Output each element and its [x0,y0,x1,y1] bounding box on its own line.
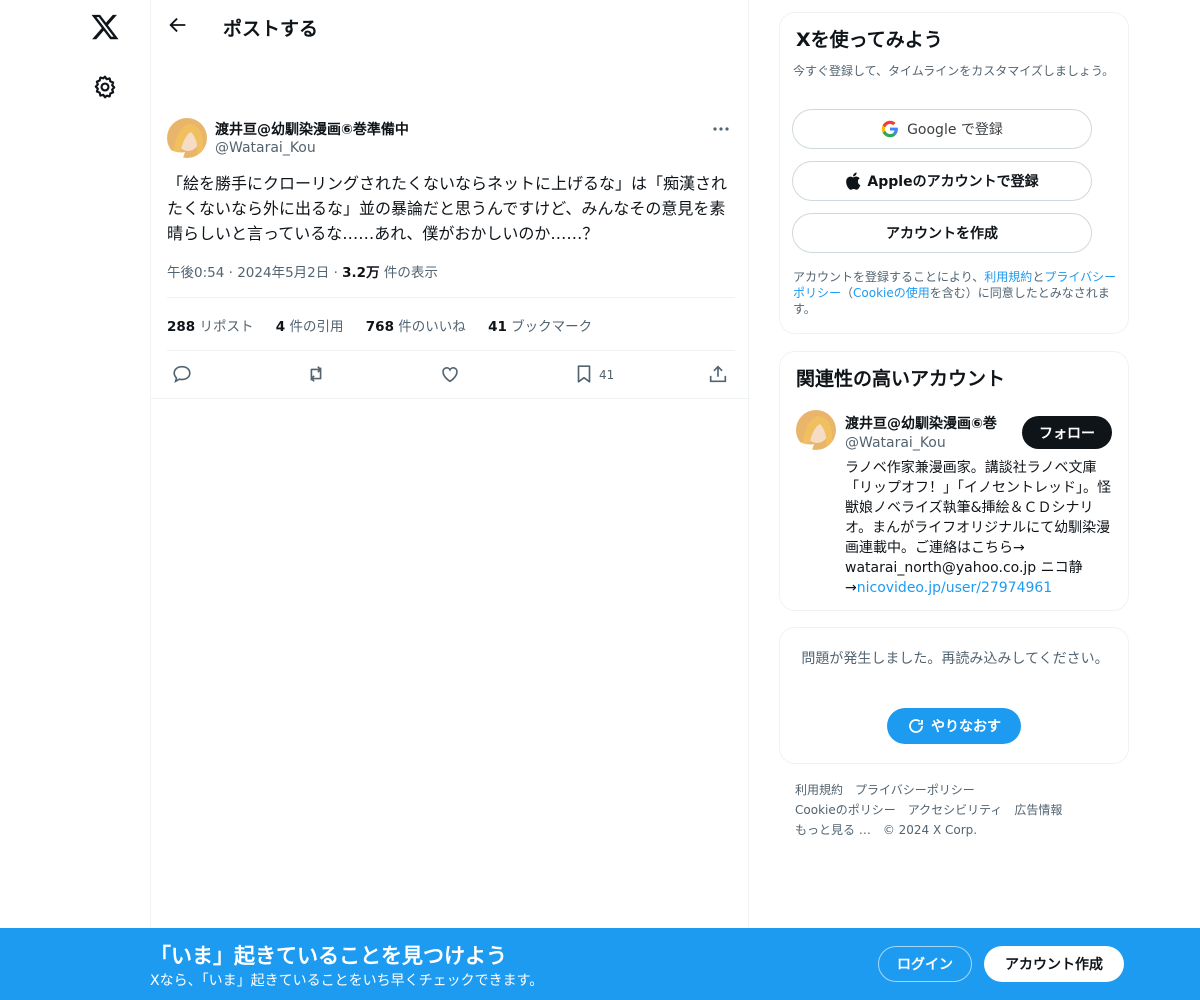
post-actions: 41 [151,361,750,389]
bookmarks-label: ブックマーク [511,319,593,335]
divider [167,350,735,351]
gear-icon[interactable] [92,74,118,100]
bookmarks-stat[interactable]: 41 ブックマーク [488,315,592,335]
avatar[interactable] [167,118,207,158]
apple-signup-label: Appleのアカウントで登録 [867,174,1039,190]
post-time[interactable]: 午後0:54 [167,265,224,281]
google-signup-label: Google で登録 [907,122,1003,138]
likes-label: 件のいいね [398,319,466,335]
related-accounts-card: 関連性の高いアカウント 渡井亘@幼馴染漫画⑥巻 @Watarai_Kou フォロ… [779,351,1129,611]
avatar[interactable] [796,410,836,450]
post-text: 「絵を勝手にクローリングされたくないならネットに上げるな」は「痴漢されたくないな… [167,174,728,243]
error-message: 問題が発生しました。再読み込みしてください。 [801,651,1109,667]
error-card: 問題が発生しました。再読み込みしてください。 やりなおす [779,627,1129,764]
footer-terms-link[interactable]: 利用規約 [795,783,843,797]
quotes-label: 件の引用 [289,319,344,335]
login-button[interactable]: ログイン [878,946,972,982]
post-date[interactable]: 2024年5月2日 [237,265,329,281]
google-signup-button[interactable]: Google で登録 [792,109,1092,149]
footer-links: 利用規約 プライバシーポリシー Cookieのポリシー アクセシビリティ 広告情報 も… [795,780,1115,840]
author-name[interactable]: 渡井亘@幼馴染漫画⑥巻準備中 [215,119,409,139]
repost-icon[interactable] [305,363,327,385]
create-account-button[interactable]: アカウントを作成 [792,213,1092,253]
footer-accessibility-link[interactable]: アクセシビリティ [908,803,1003,817]
quotes-stat[interactable]: 4 件の引用 [276,315,344,335]
terms-paren: （ [841,286,854,300]
retry-label: やりなおす [931,719,1001,735]
terms-link[interactable]: 利用規約 [984,270,1032,284]
divider [167,297,735,298]
related-account-name[interactable]: 渡井亘@幼馴染漫画⑥巻 [845,413,997,433]
reposts-label: リポスト [199,319,254,335]
follow-button[interactable]: フォロー [1022,416,1112,449]
signup-card: Xを使ってみよう 今すぐ登録して、タイムラインをカスタマイズしましょう。 Goo… [779,12,1129,334]
share-icon[interactable] [707,363,729,385]
main-column: ポストする 渡井亘@幼馴染漫画⑥巻準備中 @Watarai_Kou 「絵を勝手に… [150,0,750,1000]
page-title: ポストする [223,18,319,40]
reply-icon[interactable] [171,363,193,385]
meta-separator: · [333,265,343,281]
terms-prefix: アカウントを登録することにより、 [793,270,985,284]
terms-and: と [1032,270,1045,284]
bio-link[interactable]: nicovideo.jp/user/27974961 [857,580,1052,596]
meta-separator: · [228,265,238,281]
bookmark-icon[interactable] [573,363,595,385]
likes-count: 768 [365,319,394,335]
quotes-count: 4 [275,319,286,335]
likes-stat[interactable]: 768 件のいいね [366,315,466,335]
post-stats: 288 リポスト 4 件の引用 768 件のいいね 41 ブックマーク [167,315,610,335]
related-account-bio: ラノベ作家兼漫画家。講談社ラノベ文庫「リップオフ！」「イノセントレッド」。怪獣娘… [845,458,1115,598]
create-account-label: アカウントを作成 [886,226,998,242]
signup-title: Xを使ってみよう [796,29,943,51]
footer-ads-link[interactable]: 広告情報 [1014,803,1062,817]
related-title: 関連性の高いアカウント [796,368,1006,390]
like-icon[interactable] [439,363,461,385]
refresh-icon [909,719,923,733]
signup-subtitle: 今すぐ登録して、タイムラインをカスタマイズしましょう。 [793,64,1115,78]
back-arrow-icon[interactable] [167,14,189,36]
post-meta: 午後0:54 · 2024年5月2日 · 3.2万 件の表示 [167,261,438,281]
apple-signup-button[interactable]: Appleのアカウントで登録 [792,161,1092,201]
bio-text: ラノベ作家兼漫画家。講談社ラノベ文庫「リップオフ！」「イノセントレッド」。怪獣娘… [845,460,1111,596]
divider [151,398,750,399]
retry-button[interactable]: やりなおす [887,708,1021,744]
views-label: 件の表示 [383,265,438,281]
reposts-stat[interactable]: 288 リポスト [167,315,253,335]
apple-icon [846,172,861,190]
copyright: © 2024 X Corp. [882,823,978,837]
cookie-link[interactable]: Cookieの使用 [853,286,930,300]
bookmarks-count: 41 [488,319,507,335]
google-icon [881,120,898,138]
related-account-handle[interactable]: @Watarai_Kou [845,435,946,451]
signup-button[interactable]: アカウント作成 [984,946,1124,982]
views-count: 3.2万 [342,265,380,281]
left-nav [0,0,150,1000]
terms-text: アカウントを登録することにより、利用規約とプライバシーポリシー（Cookieの使… [793,269,1123,317]
more-options-icon[interactable] [711,119,731,139]
banner-subtitle: Xなら、「いま」起きていることをいち早くチェックできます。 [150,973,544,989]
banner-title: 「いま」起きていることを見つけよう [150,944,507,968]
footer-cookie-link[interactable]: Cookieのポリシー [795,803,896,817]
footer-privacy-link[interactable]: プライバシーポリシー [855,783,975,797]
footer-more-link[interactable]: もっと見る … [795,823,871,837]
x-logo-icon[interactable] [90,12,120,42]
bookmark-count: 41 [599,368,615,382]
main-header: ポストする [151,0,748,53]
author-handle[interactable]: @Watarai_Kou [215,140,316,156]
reposts-count: 288 [167,319,196,335]
bottom-banner: 「いま」起きていることを見つけよう Xなら、「いま」起きていることをいち早くチェ… [0,928,1200,1000]
